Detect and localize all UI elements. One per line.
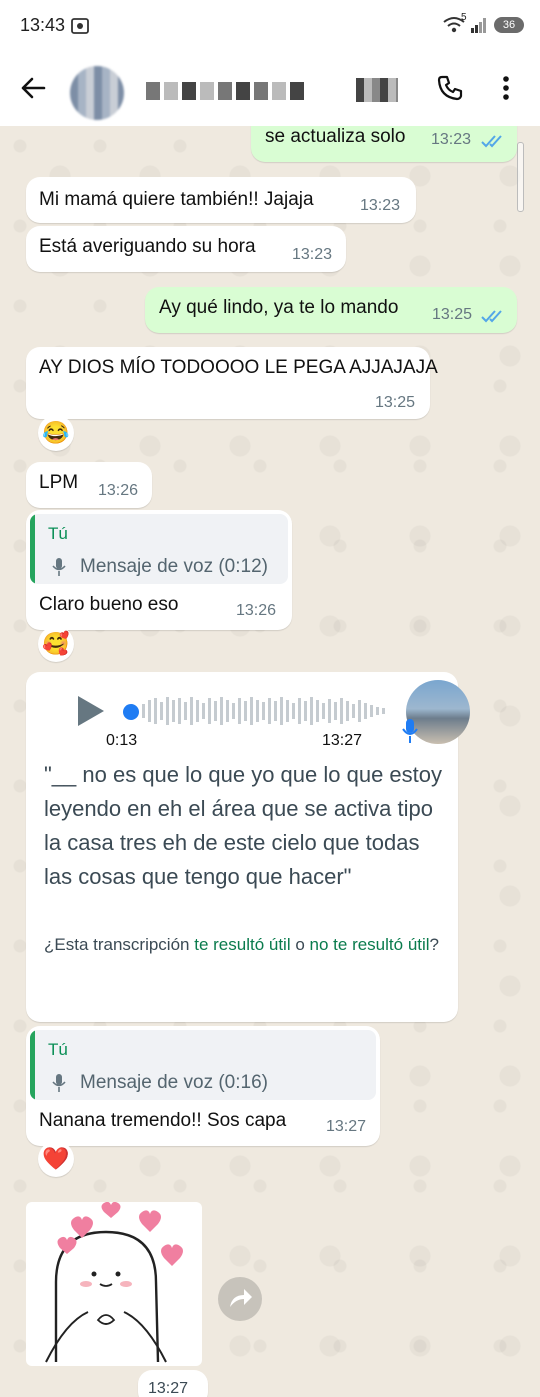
message-outgoing[interactable]: Ay qué lindo, ya te lo mando 13:25 xyxy=(145,287,517,333)
quote-text: Mensaje de voz (0:16) xyxy=(80,1072,268,1093)
voice-elapsed: 0:13 xyxy=(106,732,138,749)
feedback-prefix: ¿Esta transcripción xyxy=(44,935,195,954)
message-text: Claro bueno eso xyxy=(39,594,179,615)
message-time: 13:25 xyxy=(432,306,473,323)
quote-author: Tú xyxy=(48,524,68,543)
scrollbar-thumb[interactable] xyxy=(517,142,524,212)
back-arrow-icon[interactable] xyxy=(20,76,46,105)
message-text: Ay qué lindo, ya te lo mando xyxy=(159,297,399,318)
quote-accent-bar xyxy=(30,514,35,584)
feedback-suffix: ? xyxy=(429,935,440,954)
message-text: se actualiza solo xyxy=(265,126,406,147)
message-time: 13:26 xyxy=(236,602,277,619)
mic-icon xyxy=(402,718,418,750)
signal-icon xyxy=(470,16,488,39)
reaction-emoji[interactable]: 😂 xyxy=(38,415,74,451)
voice-transcript: "__ no es que lo que yo que lo que estoy… xyxy=(44,762,442,889)
more-vert-icon[interactable] xyxy=(500,74,512,107)
message-time: 13:23 xyxy=(360,197,401,214)
message-text: AY DIOS MÍO TODOOOO LE PEGA AJJAJAJA xyxy=(39,357,438,378)
feedback-useful-link[interactable]: te resultó útil xyxy=(194,935,290,954)
message-time: 13:27 xyxy=(326,1118,367,1135)
message-text: Está averiguando su hora xyxy=(39,236,256,257)
message-text: LPM xyxy=(39,472,79,493)
message-incoming[interactable]: LPM 13:26 xyxy=(26,462,152,508)
quoted-message[interactable]: Tú Mensaje de voz (0:16) xyxy=(30,1030,376,1100)
network-gen: 5 xyxy=(461,12,467,23)
message-text: Mi mamá quiere también!! Jajaja xyxy=(39,189,314,210)
ghost-sticker-image xyxy=(45,1201,183,1363)
playback-position-dot[interactable] xyxy=(123,704,139,720)
message-outgoing[interactable]: se actualiza solo 13:23 xyxy=(251,126,517,162)
reaction-emoji[interactable]: ❤️ xyxy=(38,1141,74,1177)
message-time: 13:27 xyxy=(148,1380,189,1397)
message-incoming[interactable]: AY DIOS MÍO TODOOOO LE PEGA AJJAJAJA 13:… xyxy=(26,347,438,419)
screen-record-icon xyxy=(70,16,90,41)
message-incoming[interactable]: Está averiguando su hora 13:23 xyxy=(26,226,346,272)
voice-message[interactable]: 0:13 13:27 "__ no es que lo que yo que l… xyxy=(26,672,470,1022)
message-time: 13:26 xyxy=(98,482,139,499)
play-icon[interactable] xyxy=(76,694,106,734)
chat-header xyxy=(0,52,540,126)
waveform[interactable] xyxy=(122,694,392,728)
contact-name-blurred[interactable] xyxy=(146,82,304,102)
mic-icon xyxy=(52,557,66,583)
video-call-icon[interactable] xyxy=(356,78,398,102)
quote-text: Mensaje de voz (0:12) xyxy=(80,556,268,577)
mic-icon xyxy=(52,1073,66,1099)
contact-avatar[interactable] xyxy=(70,66,124,120)
message-incoming-reply[interactable]: Tú Mensaje de voz (0:12) Claro bueno eso… xyxy=(26,510,292,630)
reaction-emoji[interactable]: 🥰 xyxy=(38,626,74,662)
chat-area[interactable]: se actualiza solo 13:23 Mi mamá quiere t… xyxy=(0,126,540,1397)
quote-author: Tú xyxy=(48,1040,68,1059)
quote-accent-bar xyxy=(30,1030,35,1100)
read-ticks-icon xyxy=(481,132,505,154)
message-time: 13:23 xyxy=(292,246,333,263)
message-time: 13:25 xyxy=(375,394,416,411)
feedback-or: o xyxy=(290,935,310,954)
battery-level: 36 xyxy=(494,17,524,33)
message-text: Nanana tremendo!! Sos capa xyxy=(39,1110,287,1131)
transcript-feedback: ¿Esta transcripción te resultó útil o no… xyxy=(44,932,444,957)
message-time: 13:27 xyxy=(322,732,363,749)
feedback-not-useful-link[interactable]: no te resultó útil xyxy=(310,935,430,954)
status-bar: 13:43 5 36 xyxy=(0,0,540,52)
phone-icon[interactable] xyxy=(436,74,464,107)
sticker-time-badge: 13:27 xyxy=(138,1370,208,1397)
forward-icon[interactable] xyxy=(218,1277,262,1321)
sticker-message[interactable] xyxy=(26,1201,202,1366)
message-incoming[interactable]: Mi mamá quiere también!! Jajaja 13:23 xyxy=(26,177,416,223)
message-incoming-reply[interactable]: Tú Mensaje de voz (0:16) Nanana tremendo… xyxy=(26,1026,380,1146)
quoted-message[interactable]: Tú Mensaje de voz (0:12) xyxy=(30,514,288,584)
status-time: 13:43 xyxy=(20,15,66,35)
message-time: 13:23 xyxy=(431,131,472,148)
read-ticks-icon xyxy=(481,307,505,329)
